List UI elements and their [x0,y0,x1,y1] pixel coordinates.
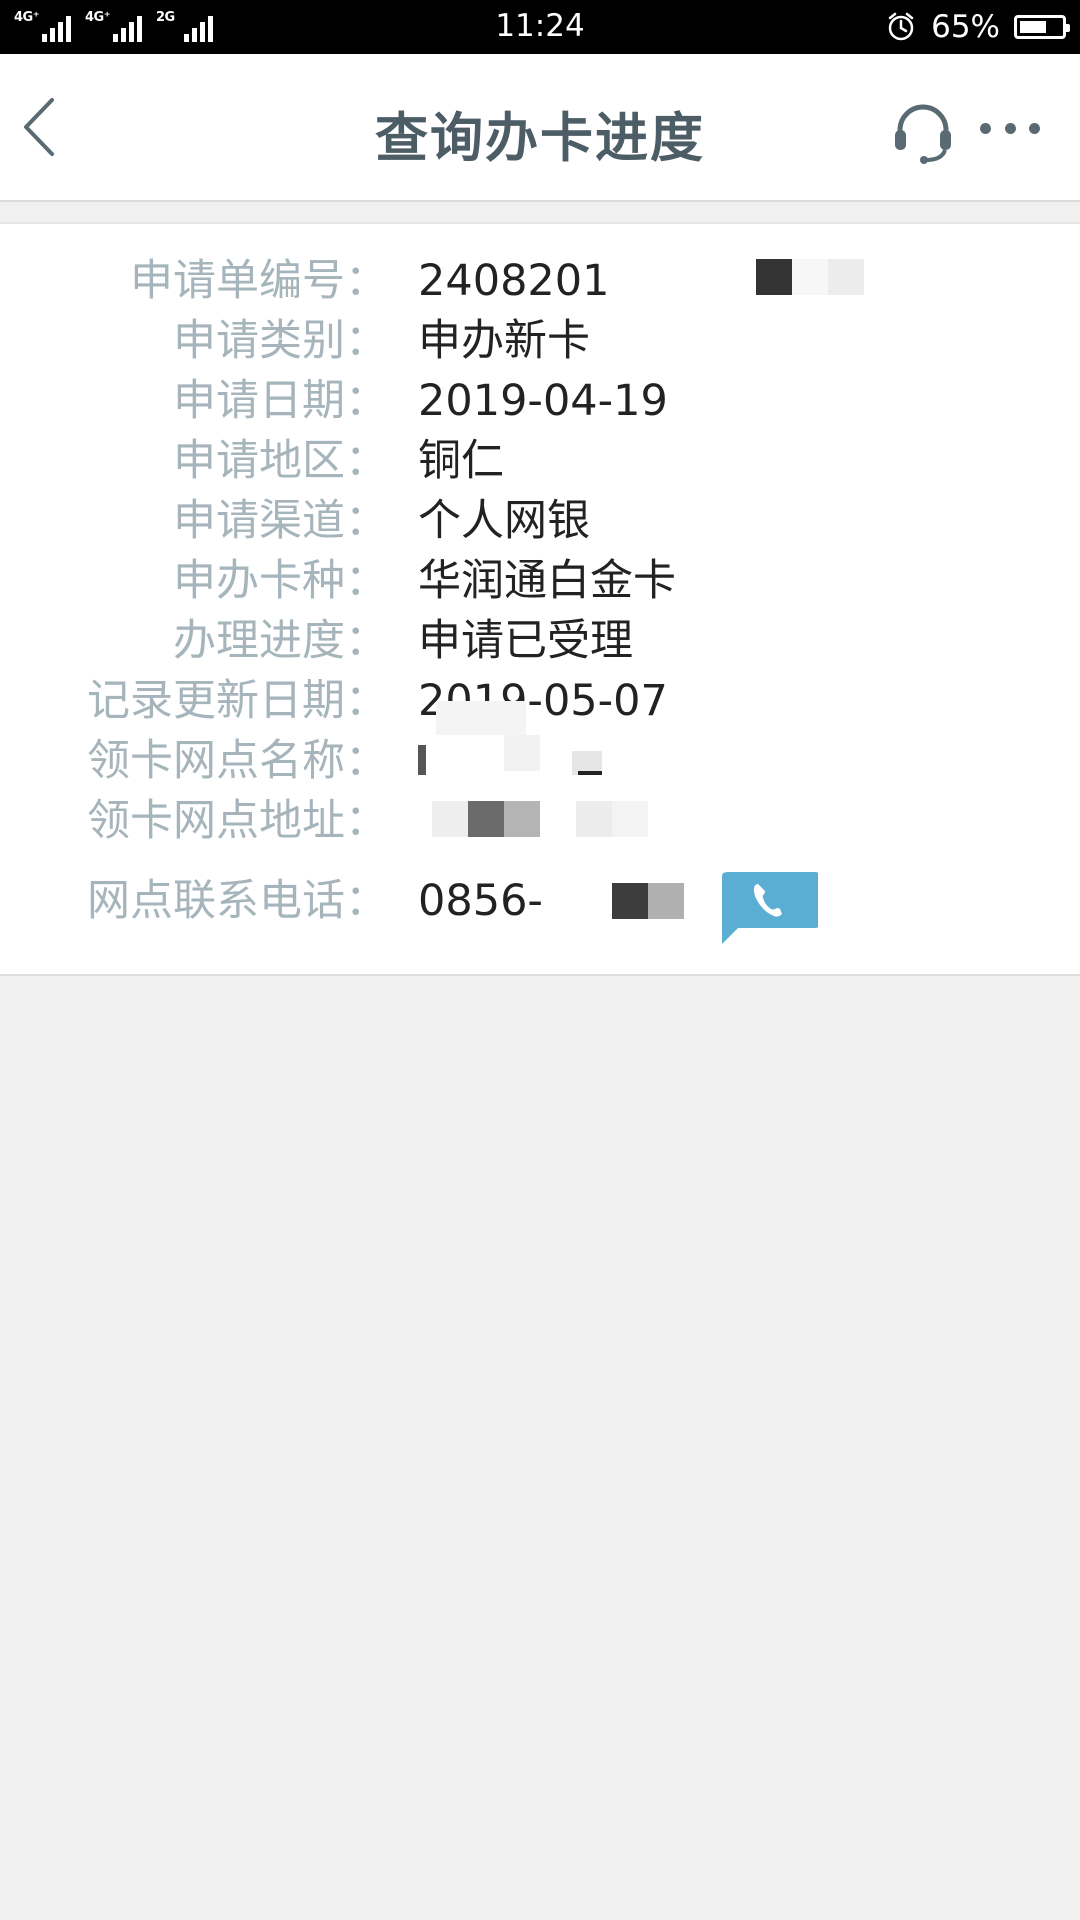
detail-row: 申请类别： 申办新卡 [0,311,1080,371]
alarm-icon [888,12,914,41]
branch-address-label: 领卡网点地址： [87,796,388,846]
phone-icon [722,872,818,944]
detail-row: 申请单编号： 24082019 [0,251,1080,311]
update-date-label: 记录更新日期： [87,676,388,726]
redaction-block [756,259,792,295]
redaction-block [828,259,864,295]
battery-percentage: 65% [931,9,1000,45]
redaction-block [648,883,684,919]
branch-name-label: 领卡网点名称： [87,736,388,786]
progress-value: 申请已受理 [418,616,633,666]
redaction-block [612,801,648,837]
more-dots-icon[interactable] [980,106,1040,150]
redaction-block [612,883,648,919]
application-region-label: 申请地区： [173,436,388,486]
application-region-value: 铜仁 [418,436,504,486]
application-date-label: 申请日期： [173,376,388,426]
battery-icon [1014,15,1070,39]
redaction-block [504,735,540,771]
application-details-card: 申请单编号： 24082019 申请类别： 申办新卡 申请日期： 2019-04… [0,222,1080,976]
detail-row: 申请地区： 铜仁 [0,431,1080,491]
detail-row: 申请渠道： 个人网银 [0,491,1080,551]
branch-phone-label: 网点联系电话： [87,876,388,926]
application-channel-label: 申请渠道： [173,496,388,546]
application-channel-value: 个人网银 [418,496,590,546]
application-number-label: 申请单编号： [130,256,388,306]
status-bar: 4G⁺ 4G⁺ 2G 11:24 65% [0,0,1080,54]
redaction-block [436,701,526,735]
app-header: 查询办卡进度 [0,54,1080,202]
redaction-block [578,771,602,775]
application-number-value: 24082019 [418,256,637,306]
detail-row: 申请日期： 2019-04-19 [0,371,1080,431]
application-type-label: 申请类别： [173,316,388,366]
redaction-block [608,257,662,301]
redaction-block [468,801,504,837]
card-type-label: 申办卡种： [173,556,388,606]
detail-row: 记录更新日期： 2019-05-07 [0,671,1080,735]
customer-service-button[interactable] [890,100,956,164]
call-branch-button[interactable] [722,872,818,944]
progress-label: 办理进度： [173,616,388,666]
application-date-value: 2019-04-19 [418,376,668,426]
redaction-block [792,259,828,295]
redaction-block [418,745,426,775]
detail-row: 网点联系电话： 0856-522 [0,871,1080,931]
detail-row: 申办卡种： 华润通白金卡 [0,551,1080,611]
redaction-block [504,801,540,837]
application-type-value: 申办新卡 [418,316,590,366]
detail-row: 领卡网点地址： [0,791,1080,851]
card-type-value: 华润通白金卡 [418,556,676,606]
headset-icon [895,104,951,164]
battery-level-fill [1020,21,1046,33]
redaction-block [576,801,612,837]
detail-row: 领卡网点名称： [0,731,1080,791]
redaction-block [542,877,614,923]
detail-row: 办理进度： 申请已受理 [0,611,1080,671]
redaction-block [432,801,468,837]
